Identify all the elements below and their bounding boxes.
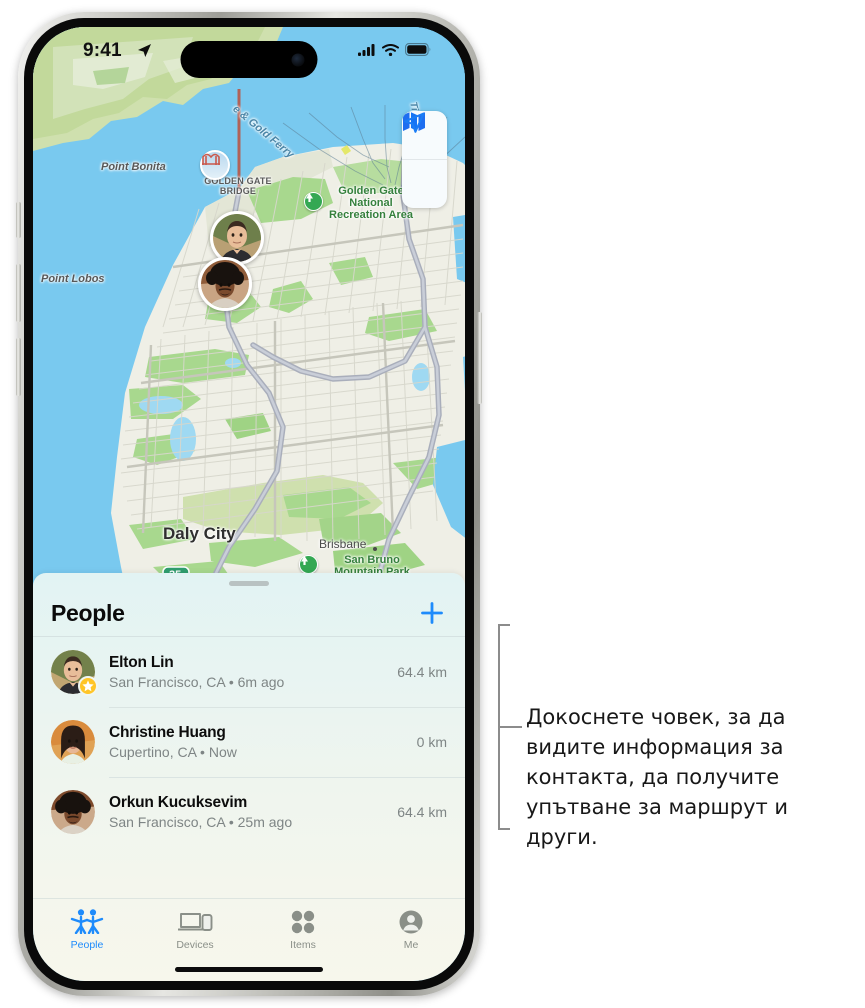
status-time: 9:41 — [83, 40, 122, 61]
cellular-bars-icon — [358, 43, 375, 56]
list-item-text: Orkun Kucuksevim San Francisco, CA • 25m… — [109, 793, 389, 832]
battery-full-icon — [405, 43, 431, 56]
avatar — [51, 790, 95, 834]
tree-icon — [301, 556, 308, 565]
volume-up-button[interactable] — [16, 264, 21, 322]
plus-icon — [421, 602, 443, 624]
star-icon — [82, 680, 94, 692]
tab-people[interactable]: People — [33, 899, 141, 981]
people-icon — [70, 908, 104, 935]
device-screen: Point Bonita Point Lobos GOLDEN GATE BRID… — [33, 27, 465, 981]
person-circle-icon — [399, 908, 423, 935]
devices-icon — [177, 908, 213, 935]
orkun-kucuksevim-photo — [201, 260, 249, 308]
navigation-arrow-icon — [404, 112, 425, 133]
status-badge — [78, 676, 98, 696]
list-item-text: Christine Huang Cupertino, CA • Now — [109, 723, 409, 762]
person-distance: 64.4 km — [397, 804, 447, 820]
wifi-icon — [382, 43, 399, 56]
add-person-button[interactable] — [417, 598, 447, 628]
power-button[interactable] — [477, 312, 482, 404]
ggnra-park-pin[interactable] — [304, 192, 323, 211]
tab-label: People — [70, 939, 104, 951]
elton-lin-photo — [213, 214, 261, 262]
golden-gate-bridge-pin[interactable] — [200, 150, 230, 180]
bridge-icon — [202, 153, 220, 165]
home-indicator[interactable] — [175, 967, 323, 972]
device-bezel: Point Bonita Point Lobos GOLDEN GATE BRID… — [24, 18, 474, 990]
page-title: People — [51, 599, 125, 626]
person-location: San Francisco, CA • 6m ago — [109, 673, 285, 690]
tab-label: Devices — [176, 939, 214, 951]
christine-huang-photo — [51, 720, 95, 764]
person-distance: 64.4 km — [397, 664, 447, 680]
items-icon — [291, 908, 315, 935]
sheet-grabber[interactable] — [229, 581, 269, 586]
dynamic-island[interactable] — [180, 41, 318, 78]
orkun-kucuksevim-avatar — [51, 790, 95, 834]
tab-label: Items — [290, 939, 316, 951]
list-item-christine-huang[interactable]: Christine Huang Cupertino, CA • Now 0 km — [33, 707, 465, 777]
san-bruno-park-pin[interactable] — [299, 555, 318, 574]
current-location-button[interactable] — [402, 112, 447, 208]
list-item-text: Elton Lin San Francisco, CA • 6m ago — [109, 653, 389, 692]
person-location: San Francisco, CA • 25m ago — [109, 813, 293, 830]
person-location: Cupertino, CA • Now — [109, 743, 237, 760]
christine-huang-avatar — [51, 720, 95, 764]
volume-down-button[interactable] — [16, 338, 21, 396]
tree-icon — [306, 193, 313, 202]
tab-me[interactable]: Me — [357, 899, 465, 981]
tab-label: Me — [403, 939, 419, 951]
map-view[interactable]: Point Bonita Point Lobos GOLDEN GATE BRID… — [33, 27, 465, 605]
map-avatar-orkun-kucuksevim[interactable] — [198, 257, 252, 311]
list-item-elton-lin[interactable]: Elton Lin San Francisco, CA • 6m ago 64.… — [33, 637, 465, 707]
action-button[interactable] — [16, 202, 21, 238]
map-canvas — [33, 27, 465, 605]
person-name: Christine Huang — [109, 723, 226, 741]
location-arrow-icon — [137, 43, 152, 63]
person-distance: 0 km — [416, 734, 447, 750]
people-list[interactable]: Elton Lin San Francisco, CA • 6m ago 64.… — [33, 636, 465, 847]
sheet-header: People — [33, 591, 465, 635]
orkun-kucuksevim-photo — [51, 790, 95, 834]
status-indicators — [358, 43, 431, 56]
person-name: Elton Lin — [109, 653, 174, 671]
avatar — [51, 650, 98, 696]
callout-text: Докоснете човек, за да видите информация… — [526, 705, 789, 849]
callout-bracket — [498, 624, 522, 830]
list-item-orkun-kucuksevim[interactable]: Orkun Kucuksevim San Francisco, CA • 25m… — [33, 777, 465, 847]
avatar — [51, 720, 95, 764]
map-dot-brisbane — [373, 547, 377, 551]
map-controls[interactable] — [402, 111, 447, 208]
person-name: Orkun Kucuksevim — [109, 793, 248, 811]
iphone-device-frame: Point Bonita Point Lobos GOLDEN GATE BRID… — [16, 12, 482, 996]
front-camera — [291, 53, 305, 66]
